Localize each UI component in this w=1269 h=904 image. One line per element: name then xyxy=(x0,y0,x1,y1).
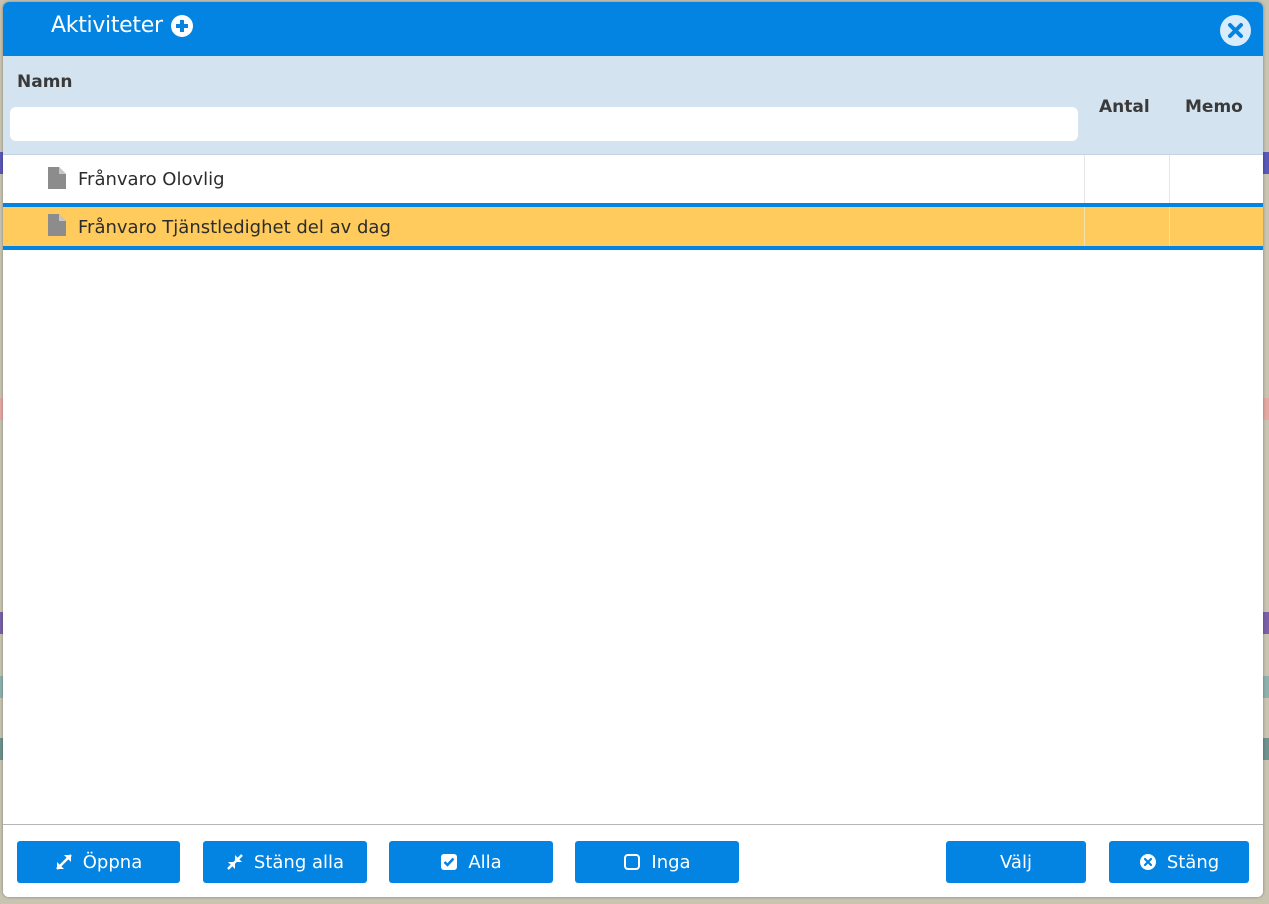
select-all-button-label: Alla xyxy=(468,851,502,873)
activity-list: Frånvaro Olovlig Frånvaro Tjänstledighet… xyxy=(3,155,1263,250)
table-header: Namn Antal Memo xyxy=(3,56,1263,155)
checkbox-checked-icon xyxy=(441,854,458,870)
name-filter-input[interactable] xyxy=(10,107,1078,141)
dialog-titlebar: Aktiviteter xyxy=(3,2,1263,56)
table-row-selected[interactable]: Frånvaro Tjänstledighet del av dag xyxy=(3,203,1263,250)
activities-dialog: Aktiviteter Namn Antal Memo Frånvaro Olo… xyxy=(3,2,1263,897)
column-divider xyxy=(1169,207,1170,246)
collapse-all-button-label: Stäng alla xyxy=(253,851,345,873)
row-label: Frånvaro Tjänstledighet del av dag xyxy=(78,217,391,238)
document-icon xyxy=(48,214,66,236)
close-circle-icon xyxy=(1139,854,1156,870)
checkbox-empty-icon xyxy=(624,854,641,870)
close-button[interactable]: Stäng xyxy=(1109,841,1249,883)
collapse-all-button[interactable]: Stäng alla xyxy=(203,841,367,883)
column-divider xyxy=(1169,155,1170,203)
row-label: Frånvaro Olovlig xyxy=(78,169,225,190)
select-all-button[interactable]: Alla xyxy=(389,841,553,883)
expand-icon xyxy=(55,854,72,870)
column-divider xyxy=(1084,155,1085,203)
dialog-footer: Öppna Stäng alla Alla Inga Välj Stäng xyxy=(3,824,1263,897)
close-circle-icon[interactable] xyxy=(1220,15,1251,46)
column-header-namn[interactable]: Namn xyxy=(17,72,73,92)
expand-button-label: Öppna xyxy=(82,851,143,873)
expand-button[interactable]: Öppna xyxy=(17,841,180,883)
choose-button-label: Välj xyxy=(1000,851,1032,873)
collapse-icon xyxy=(227,854,243,870)
document-icon xyxy=(48,167,66,189)
choose-button[interactable]: Välj xyxy=(946,841,1086,883)
table-row[interactable]: Frånvaro Olovlig xyxy=(3,155,1263,203)
column-divider xyxy=(1084,207,1085,246)
select-none-button[interactable]: Inga xyxy=(575,841,739,883)
column-header-memo[interactable]: Memo xyxy=(1185,97,1243,117)
plus-circle-icon[interactable] xyxy=(171,15,193,37)
column-header-antal[interactable]: Antal xyxy=(1099,97,1150,117)
select-none-button-label: Inga xyxy=(651,851,691,873)
close-button-label: Stäng xyxy=(1166,851,1220,873)
dialog-title: Aktiviteter xyxy=(51,13,163,38)
